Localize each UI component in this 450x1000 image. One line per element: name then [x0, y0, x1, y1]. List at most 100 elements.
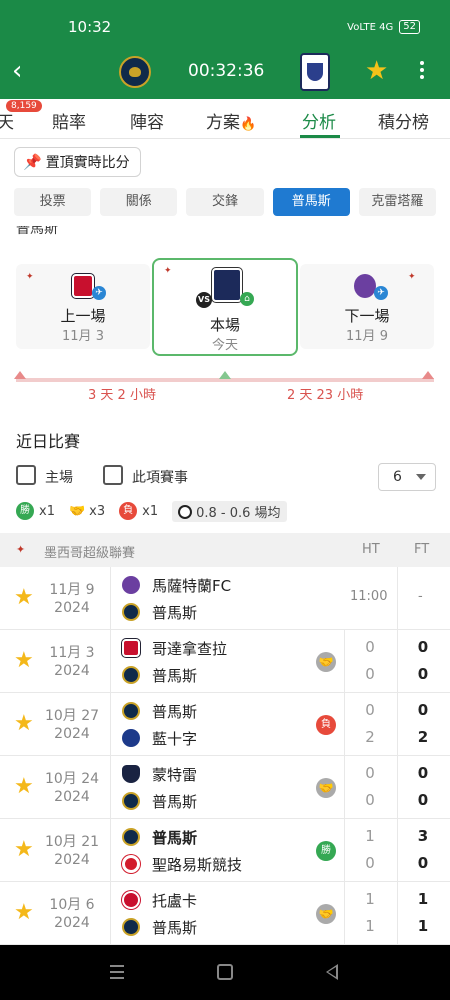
pin-live-score-button[interactable]: 📌 置頂實時比分 — [14, 147, 141, 177]
win-result-icon: 勝 — [316, 841, 336, 861]
monterrey-logo — [122, 765, 140, 783]
seg-relation[interactable]: 關係 — [100, 188, 178, 216]
ht-column-header: HT — [362, 542, 380, 557]
seg-vote[interactable]: 投票 — [14, 188, 92, 216]
ft-away-score: 1 — [417, 917, 429, 935]
away-marker-icon: ✈ — [92, 286, 106, 300]
home-team-name: 蒙特雷 — [152, 766, 198, 784]
loss-count: x1 — [142, 503, 159, 519]
days-since-last: 3 天 2 小時 — [88, 388, 156, 403]
ft-column-header: FT — [414, 542, 430, 557]
column-divider — [397, 693, 398, 755]
away-team-name: 聖路易斯競技 — [152, 856, 243, 874]
table-row[interactable]: ★ 11月 9 2024 馬薩特蘭FC 普馬斯 11:00 - — [0, 567, 450, 630]
pin-icon: 📌 — [23, 153, 42, 171]
more-menu-icon[interactable] — [414, 58, 430, 84]
star-icon[interactable]: ★ — [14, 839, 34, 861]
days-until-next: 2 天 23 小時 — [287, 388, 364, 403]
favorite-star-icon[interactable]: ★ — [365, 58, 388, 84]
same-competition-checkbox[interactable] — [103, 465, 123, 485]
match-date-day: 11月 9 — [49, 582, 95, 598]
match-date-year: 2024 — [54, 663, 90, 679]
away-team-name: 普馬斯 — [152, 667, 198, 685]
table-row[interactable]: ★ 10月 27 2024 普馬斯 藍十字 負 0 2 0 2 — [0, 693, 450, 756]
status-icons: VoLTE 4G 52 — [347, 20, 420, 34]
home-marker-icon: ⌂ — [240, 292, 254, 306]
match-date: 10月 24 2024 — [42, 770, 102, 806]
ft-away-score: 0 — [417, 854, 429, 872]
league-icon: ✦ — [408, 272, 416, 282]
system-nav-bar — [0, 945, 450, 1000]
prev-card-date: 11月 3 — [62, 329, 104, 344]
away-team-name: 普馬斯 — [152, 604, 198, 622]
seg-away-team[interactable]: 克雷塔羅 — [358, 188, 437, 216]
previous-match-card[interactable]: ✦ ✈ 上一場 11月 3 — [16, 264, 150, 349]
table-row[interactable]: ★ 10月 24 2024 蒙特雷 普馬斯 🤝 0 0 0 0 — [0, 756, 450, 819]
ft-away-score: 0 — [417, 665, 429, 683]
match-date-day: 11月 3 — [49, 645, 95, 661]
mazatlan-logo — [122, 576, 140, 594]
count-badge: 8,159 — [6, 100, 42, 112]
ft-away-score: 0 — [417, 791, 429, 809]
league-icon: ✦ — [16, 543, 26, 556]
table-row[interactable]: ★ 11月 3 2024 哥達拿查拉 普馬斯 🤝 0 0 0 0 — [0, 630, 450, 693]
match-date-year: 2024 — [54, 789, 90, 805]
ft-placeholder: - — [418, 589, 423, 604]
home-team-name: 普馬斯 — [152, 703, 198, 721]
network-indicator: VoLTE 4G — [347, 21, 394, 33]
battery-icon: 52 — [399, 20, 420, 34]
column-divider — [397, 630, 398, 692]
pumas-logo — [122, 792, 140, 810]
match-date-day: 10月 6 — [49, 897, 95, 913]
current-match-card[interactable]: ✦ VS ⌂ 本場 今天 — [152, 258, 298, 356]
draw-result-icon: 🤝 — [316, 652, 336, 672]
match-date-year: 2024 — [54, 852, 90, 868]
next-card-date: 11月 9 — [346, 329, 388, 344]
home-team-logo[interactable] — [119, 56, 151, 88]
ht-away-score: 0 — [365, 854, 375, 872]
league-icon: ✦ — [26, 272, 34, 282]
match-count-select[interactable]: 6 — [378, 463, 436, 491]
tab-lineup[interactable]: 陣容 — [130, 108, 164, 133]
tab-analysis[interactable]: 分析 — [302, 108, 336, 133]
timeline-marker — [422, 371, 434, 379]
table-row[interactable]: ★ 10月 6 2024 托盧卡 普馬斯 🤝 1 1 1 1 — [0, 882, 450, 945]
fire-icon: 🔥 — [240, 117, 257, 132]
draw-count: x3 — [89, 503, 106, 519]
ht-home-score: 1 — [365, 890, 375, 908]
seg-h2h[interactable]: 交鋒 — [186, 188, 264, 216]
table-row[interactable]: ★ 10月 21 2024 普馬斯 聖路易斯競技 勝 1 0 3 0 — [0, 819, 450, 882]
tab-plans[interactable]: 方案🔥 — [206, 108, 256, 133]
prev-card-title: 上一場 — [60, 307, 106, 325]
toluca-logo — [122, 891, 140, 909]
back-triangle-icon[interactable] — [326, 964, 338, 980]
match-clock: 00:32:36 — [188, 61, 265, 81]
star-icon[interactable]: ★ — [14, 650, 34, 672]
seg-home-team[interactable]: 普馬斯 — [272, 188, 350, 216]
pumas-logo — [122, 603, 140, 621]
next-match-card[interactable]: ✦ ✈ 下一場 11月 9 — [300, 264, 434, 349]
goal-average: 0.8 - 0.6 場均 — [172, 500, 287, 522]
star-icon[interactable]: ★ — [14, 587, 34, 609]
ht-home-score: 0 — [365, 701, 375, 719]
queretaro-logo — [212, 268, 242, 302]
recent-matches-title: 近日比賽 — [16, 432, 81, 451]
recent-apps-icon[interactable] — [110, 965, 124, 983]
back-arrow-icon[interactable]: ‹ — [12, 58, 32, 86]
column-divider — [397, 882, 398, 944]
tab-standings[interactable]: 積分榜 — [378, 108, 429, 133]
away-team-logo[interactable] — [300, 53, 330, 91]
tab-odds[interactable]: 賠率 — [52, 108, 86, 133]
star-icon[interactable]: ★ — [14, 776, 34, 798]
column-divider — [110, 567, 111, 629]
column-divider — [344, 882, 345, 944]
league-name: 墨西哥超級聯賽 — [44, 546, 136, 561]
star-icon[interactable]: ★ — [14, 902, 34, 924]
column-divider — [344, 693, 345, 755]
cruz-azul-logo — [122, 729, 140, 747]
ft-home-score: 0 — [417, 638, 429, 656]
star-icon[interactable]: ★ — [14, 713, 34, 735]
home-only-checkbox[interactable] — [16, 465, 36, 485]
home-icon[interactable] — [217, 964, 233, 980]
league-icon: ✦ — [164, 266, 172, 276]
